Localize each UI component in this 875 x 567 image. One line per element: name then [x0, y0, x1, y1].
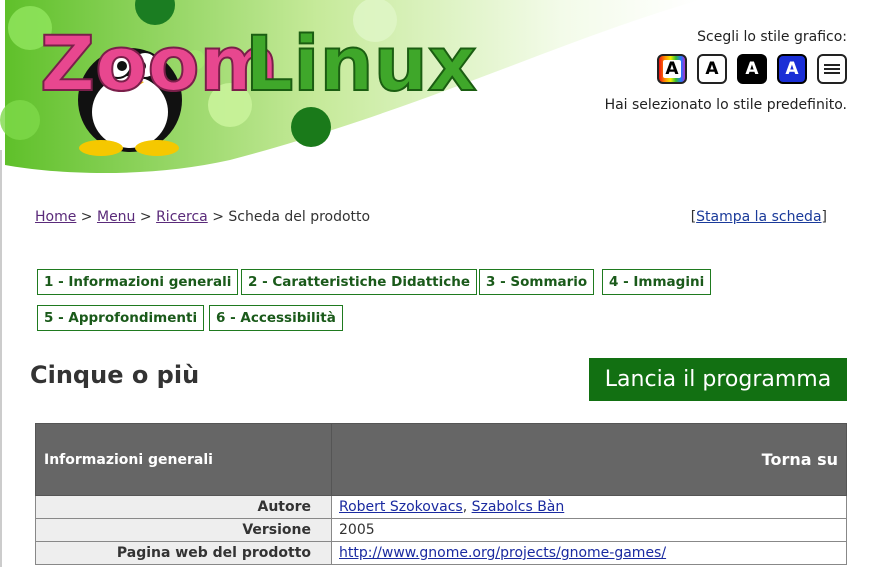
style-buttons: A A A A	[547, 54, 847, 84]
tab-immagini[interactable]: 4 - Immagini	[602, 269, 712, 295]
launch-program-button[interactable]: Lancia il programma	[589, 358, 847, 401]
style-blue-button[interactable]: A	[777, 54, 807, 84]
style-color-button[interactable]: A	[657, 54, 687, 84]
author-link[interactable]: Szabolcs Bàn	[472, 499, 565, 515]
style-status: Hai selezionato lo stile predefinito.	[604, 97, 847, 113]
style-black-button[interactable]: A	[737, 54, 767, 84]
tab-approfondimenti[interactable]: 5 - Approfondimenti	[37, 305, 205, 331]
tab-accessibilita[interactable]: 6 - Accessibilità	[209, 305, 343, 331]
logo-linux: Linux	[245, 19, 477, 108]
page-title: Cinque o più	[30, 361, 200, 389]
row-key: Pagina web del prodotto	[35, 541, 332, 565]
table-row: Pagina web del prodotto http://www.gnome…	[35, 541, 847, 565]
breadcrumb-separator: >	[80, 209, 93, 225]
author-link[interactable]: Robert Szokovacs	[339, 499, 463, 515]
print-link[interactable]: Stampa la scheda	[696, 209, 821, 225]
lines-icon	[824, 64, 840, 66]
breadcrumb: Home > Menu > Ricerca > Scheda del prodo…	[35, 209, 370, 225]
table-row: Autore Robert Szokovacs, Szabolcs Bàn	[35, 495, 847, 519]
breadcrumb-home[interactable]: Home	[35, 209, 76, 225]
breadcrumb-current: Scheda del prodotto	[228, 209, 371, 225]
breadcrumb-separator: >	[139, 209, 152, 225]
style-color-glyph: A	[663, 59, 681, 79]
tab-sommario[interactable]: 3 - Sommario	[479, 269, 595, 295]
info-table: Informazioni generali Torna su Autore Ro…	[35, 423, 847, 565]
row-key: Versione	[35, 518, 332, 542]
site-header: Zoom Linux Scegli lo stile grafico: A A …	[0, 0, 875, 178]
page-left-border	[0, 150, 2, 567]
print-link-wrapper: [Stampa la scheda]	[690, 209, 827, 225]
tab-caratteristiche-didattiche[interactable]: 2 - Caratteristiche Didattiche	[241, 269, 478, 295]
tab-informazioni-generali[interactable]: 1 - Informazioni generali	[37, 269, 239, 295]
table-row: Versione 2005	[35, 518, 847, 542]
style-picker: Scegli lo stile grafico: A A A A Hai sel…	[547, 28, 847, 113]
row-value: http://www.gnome.org/projects/gnome-game…	[331, 541, 847, 565]
breadcrumb-separator: >	[212, 209, 224, 225]
breadcrumb-ricerca[interactable]: Ricerca	[156, 209, 208, 225]
style-picker-label: Scegli lo stile grafico:	[697, 29, 847, 45]
back-to-top-link[interactable]: Torna su	[331, 423, 847, 496]
breadcrumb-menu[interactable]: Menu	[97, 209, 135, 225]
style-text-only-button[interactable]	[817, 54, 847, 84]
info-section-title: Informazioni generali	[35, 423, 332, 496]
style-white-button[interactable]: A	[697, 54, 727, 84]
lines-icon-line	[824, 68, 840, 70]
logo-zoom: Zoom	[40, 19, 279, 108]
row-key: Autore	[35, 495, 332, 519]
product-website-link[interactable]: http://www.gnome.org/projects/gnome-game…	[339, 545, 666, 561]
info-table-header: Informazioni generali Torna su	[35, 423, 847, 496]
row-value: 2005	[331, 518, 847, 542]
author-separator: ,	[462, 499, 472, 515]
lines-icon-line	[824, 72, 840, 74]
row-value: Robert Szokovacs, Szabolcs Bàn	[331, 495, 847, 519]
